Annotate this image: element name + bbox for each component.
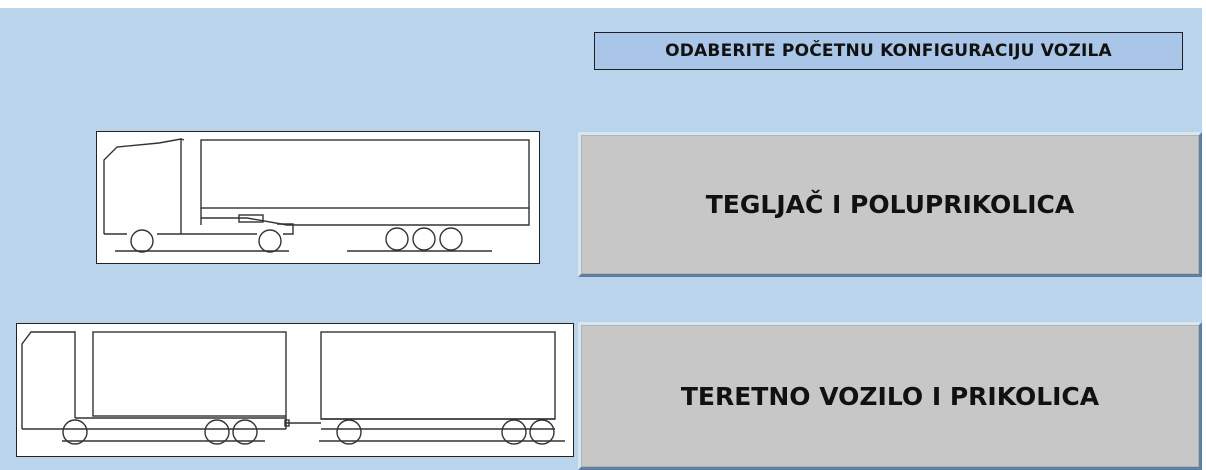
truck-trailer-drawing <box>21 331 565 445</box>
tractor-semitrailer-button[interactable]: TEGLJAČ I POLUPRIKOLICA <box>578 132 1202 277</box>
right-edge <box>1202 0 1206 470</box>
page-title: ODABERITE POČETNU KONFIGURACIJU VOZILA <box>594 32 1183 70</box>
tractor-semitrailer-illustration[interactable] <box>96 131 540 264</box>
truck-trailer-illustration[interactable] <box>16 323 574 457</box>
truck-trailer-button[interactable]: TERETNO VOZILO I PRIKOLICA <box>578 322 1202 470</box>
top-edge <box>0 0 1206 8</box>
tractor-semitrailer-drawing <box>103 138 530 253</box>
